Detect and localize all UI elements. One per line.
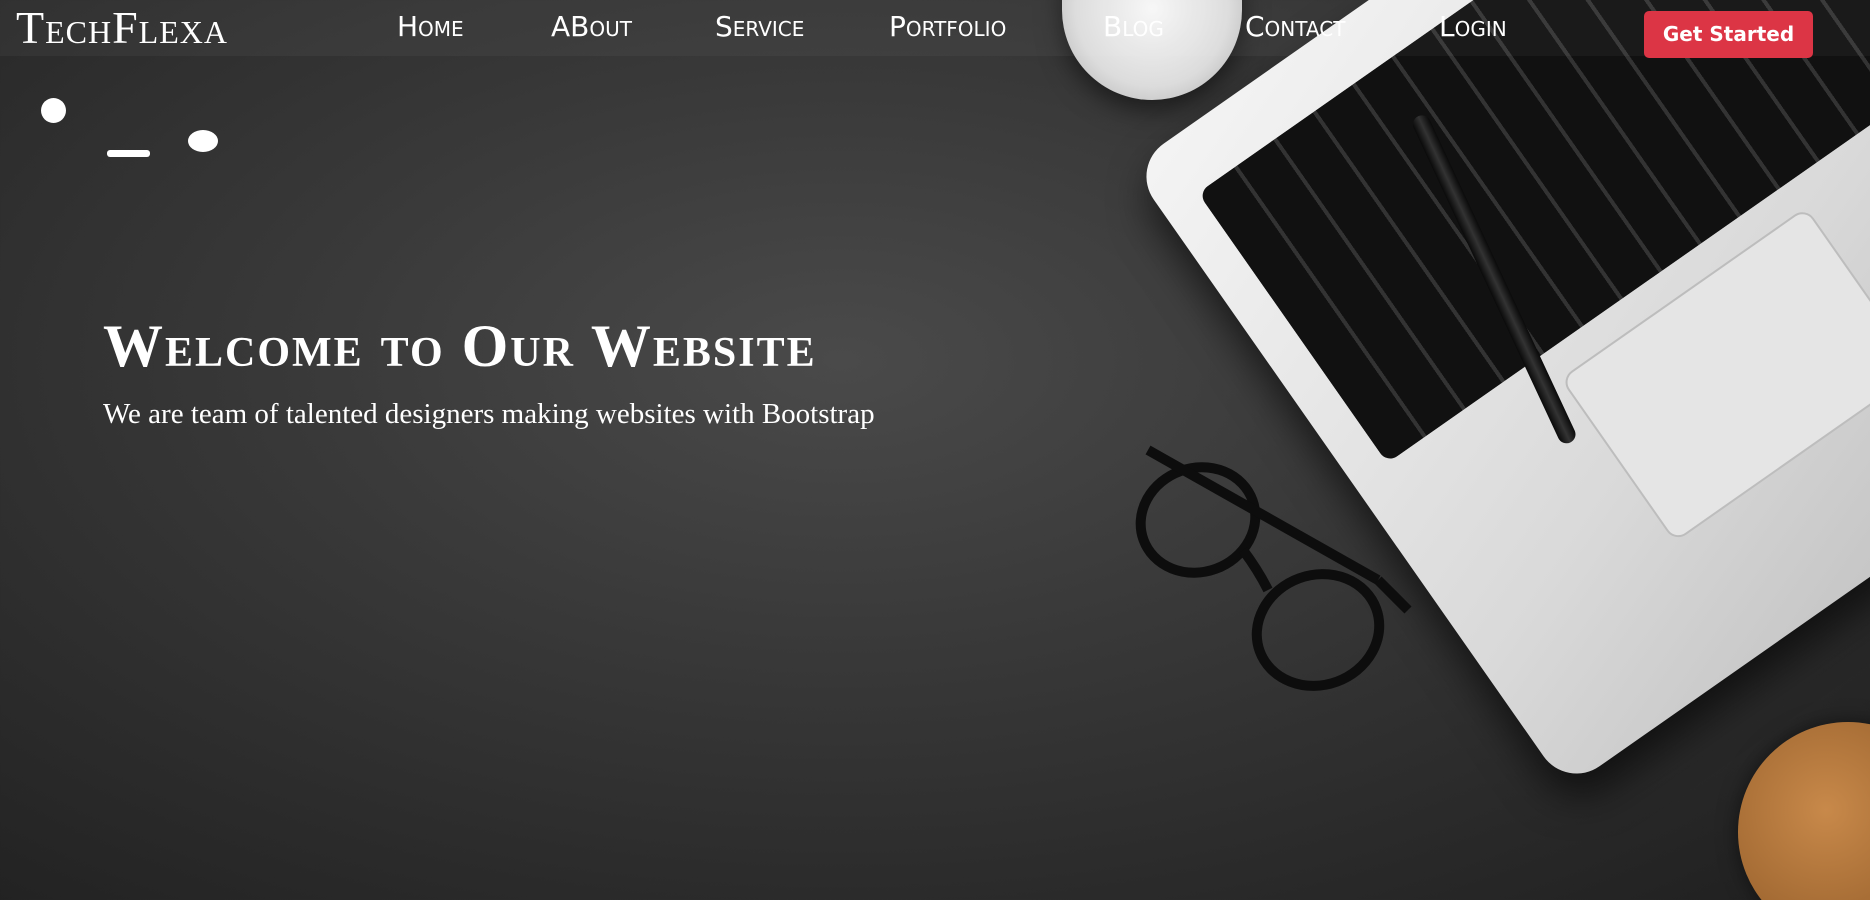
hero-subtitle: We are team of talented designers making… (103, 398, 875, 430)
nav-home[interactable]: Home (397, 0, 464, 54)
carousel-indicator-3[interactable] (188, 130, 218, 152)
nav-service[interactable]: Service (715, 0, 804, 54)
nav-about[interactable]: ABout (551, 0, 632, 54)
cork-coaster-image (1738, 722, 1870, 900)
get-started-button[interactable]: Get Started (1644, 11, 1813, 58)
carousel-indicator-2[interactable] (107, 150, 150, 157)
brand-logo[interactable]: TechFlexa (16, 0, 228, 56)
carousel-indicator-1[interactable] (41, 98, 66, 123)
nav-login[interactable]: Login (1439, 0, 1507, 54)
navbar: TechFlexa Home ABout Service Portfolio B… (0, 0, 1870, 58)
nav-blog[interactable]: Blog (1103, 0, 1164, 54)
hero-title: Welcome to Our Website (103, 313, 817, 379)
nav-portfolio[interactable]: Portfolio (889, 0, 1006, 54)
glasses-image (1135, 445, 1412, 691)
nav-contact[interactable]: Contact (1245, 0, 1345, 54)
